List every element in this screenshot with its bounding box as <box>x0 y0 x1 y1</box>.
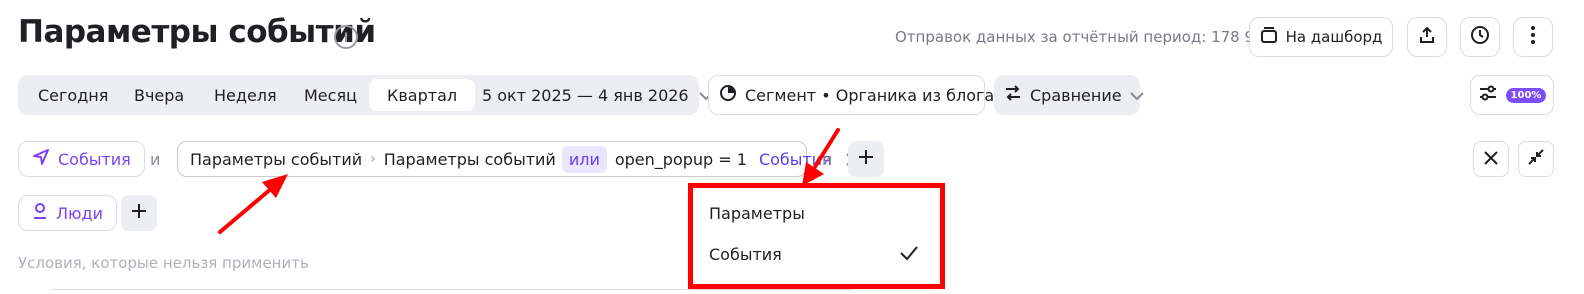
filter-condition: open_popup = 1 <box>614 149 747 169</box>
period-month[interactable]: Месяц <box>304 79 357 111</box>
navigation-arrow-icon <box>32 148 50 170</box>
filter-type-toggle[interactable]: События <box>759 150 832 169</box>
sends-count-label: Отправок данных за отчётный период: 178 … <box>895 28 1274 46</box>
sampling-badge: 100% <box>1505 87 1547 103</box>
inapplicable-conditions-label: Условия, которые нельзя применить <box>18 254 309 272</box>
clear-filters-button[interactable] <box>1473 141 1509 177</box>
upload-icon <box>1418 26 1436 48</box>
people-filter-chip[interactable]: Люди <box>18 195 117 231</box>
collapse-filters-button[interactable] <box>1518 141 1554 177</box>
period-today[interactable]: Сегодня <box>38 79 108 111</box>
plus-icon <box>857 148 875 170</box>
dashboard-icon <box>1260 26 1278 48</box>
events-chip-label: События <box>58 149 131 169</box>
sliders-icon <box>1478 84 1498 106</box>
filter-path-2: Параметры событий <box>383 149 556 169</box>
events-filter-chip[interactable]: События <box>18 141 145 177</box>
chevron-down-icon <box>1129 86 1144 105</box>
export-button[interactable] <box>1407 17 1447 57</box>
more-vertical-icon <box>1530 25 1536 49</box>
date-range-picker[interactable]: 5 окт 2025 — 4 янв 2026 <box>482 75 713 115</box>
collapse-icon <box>1527 148 1545 170</box>
or-tag[interactable]: или <box>561 145 607 173</box>
compare-label: Сравнение <box>1030 85 1122 105</box>
history-button[interactable] <box>1460 17 1500 57</box>
page-title: Параметры событий <box>18 14 376 50</box>
date-range-label: 5 окт 2025 — 4 янв 2026 <box>482 85 689 105</box>
plus-icon <box>130 202 148 224</box>
annotation-highlight-box <box>688 183 945 289</box>
sampling-settings-button[interactable]: 100% <box>1470 75 1554 115</box>
add-filter-button[interactable] <box>848 141 884 177</box>
period-yesterday[interactable]: Вчера <box>134 79 184 111</box>
annotation-arrow-1 <box>218 174 288 234</box>
event-params-filter[interactable]: Параметры событий › Параметры событий ил… <box>177 141 859 177</box>
period-selector: Сегодня Вчера Неделя Месяц Квартал 5 окт… <box>18 75 713 115</box>
and-connector: и <box>150 150 161 169</box>
clock-icon <box>1470 25 1490 49</box>
people-chip-label: Люди <box>56 203 103 223</box>
info-icon[interactable] <box>334 25 358 49</box>
divider <box>52 289 852 290</box>
period-week[interactable]: Неделя <box>214 79 277 111</box>
and-connector-2: и <box>822 150 833 169</box>
compare-selector[interactable]: Сравнение <box>994 75 1144 115</box>
segment-selector[interactable]: Сегмент • Органика из блога <box>708 75 1016 115</box>
dashboard-button-label: На дашборд <box>1285 28 1383 46</box>
period-quarter[interactable]: Квартал <box>369 79 476 111</box>
add-people-filter-button[interactable] <box>121 195 157 231</box>
filter-path-1: Параметры событий <box>190 149 363 169</box>
close-icon <box>1484 150 1498 169</box>
pie-chart-icon <box>719 84 737 106</box>
compare-icon <box>1004 84 1022 106</box>
more-menu-button[interactable] <box>1513 17 1553 57</box>
person-icon <box>32 202 48 224</box>
add-to-dashboard-button[interactable]: На дашборд <box>1249 17 1393 57</box>
chevron-right-icon: › <box>370 151 376 167</box>
segment-label: Сегмент • Органика из блога <box>745 85 995 105</box>
